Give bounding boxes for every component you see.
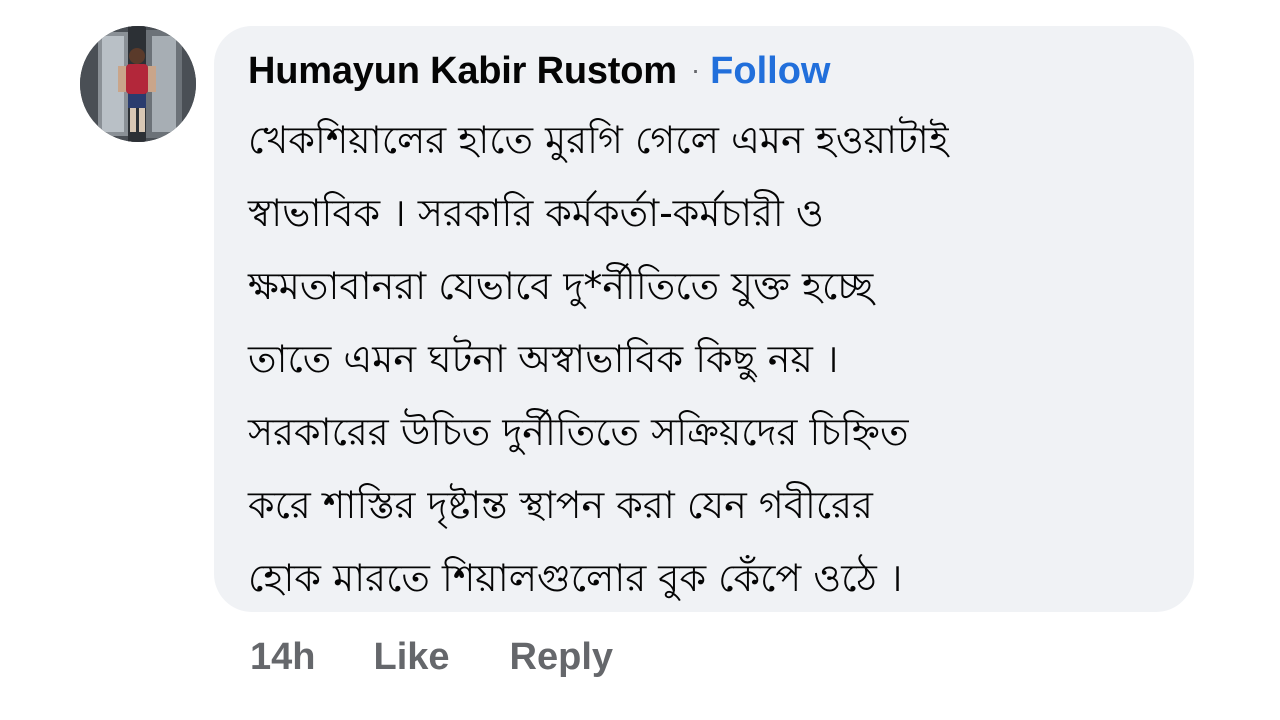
- comment: Humayun Kabir Rustom · Follow খেকশিয়ালে…: [0, 0, 1280, 720]
- avatar[interactable]: [80, 26, 196, 142]
- comment-text: খেকশিয়ালের হাতে মুরগি গেলে এমন হওয়াটাই…: [248, 104, 1164, 615]
- reply-button[interactable]: Reply: [510, 636, 613, 679]
- comment-text-line: সরকারের উচিত দুর্নীতিতে সক্রিয়দের চিহ্ন…: [248, 410, 909, 454]
- comment-actions: 14h Like Reply: [250, 636, 613, 679]
- follow-button[interactable]: Follow: [710, 50, 830, 93]
- comment-text-line: হোক মারতে শিয়ালগুলোর বুক কেঁপে ওঠে ।: [248, 556, 903, 600]
- comment-text-line: করে শাস্তির দৃষ্টান্ত স্থাপন করা যেন গবী…: [248, 483, 873, 527]
- comment-header: Humayun Kabir Rustom · Follow: [248, 50, 1164, 100]
- author-name[interactable]: Humayun Kabir Rustom: [248, 50, 677, 93]
- comment-text-line: স্বাভাবিক । সরকারি কর্মকর্তা-কর্মচারী ও: [248, 191, 824, 235]
- like-button[interactable]: Like: [373, 636, 449, 679]
- comment-bubble: Humayun Kabir Rustom · Follow খেকশিয়ালে…: [214, 26, 1194, 612]
- comment-text-line: ক্ষমতাবানরা যেভাবে দু*র্নীতিতে যুক্ত হচ্…: [248, 264, 874, 308]
- separator-dot: ·: [690, 54, 701, 85]
- comment-timestamp[interactable]: 14h: [250, 636, 315, 679]
- profile-photo: [80, 26, 196, 142]
- comment-text-line: খেকশিয়ালের হাতে মুরগি গেলে এমন হওয়াটাই: [248, 118, 949, 162]
- comment-text-line: তাতে এমন ঘটনা অস্বাভাবিক কিছু নয় ।: [248, 337, 839, 381]
